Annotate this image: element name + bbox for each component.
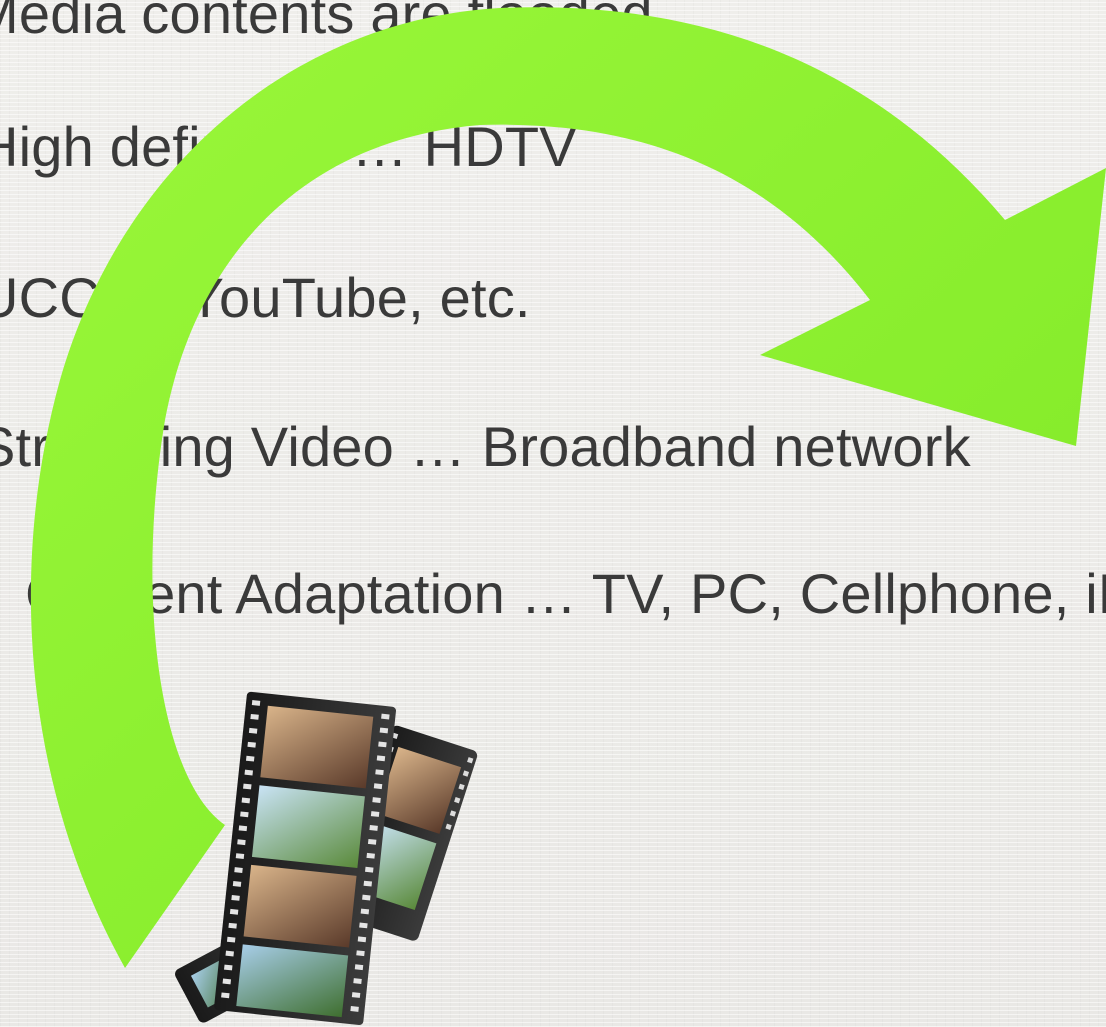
film-strip xyxy=(175,691,478,1025)
curved-arrow xyxy=(30,7,1106,969)
slide: Media contents are flooded High definiti… xyxy=(0,0,1106,1027)
film-strip-main xyxy=(214,691,396,1025)
